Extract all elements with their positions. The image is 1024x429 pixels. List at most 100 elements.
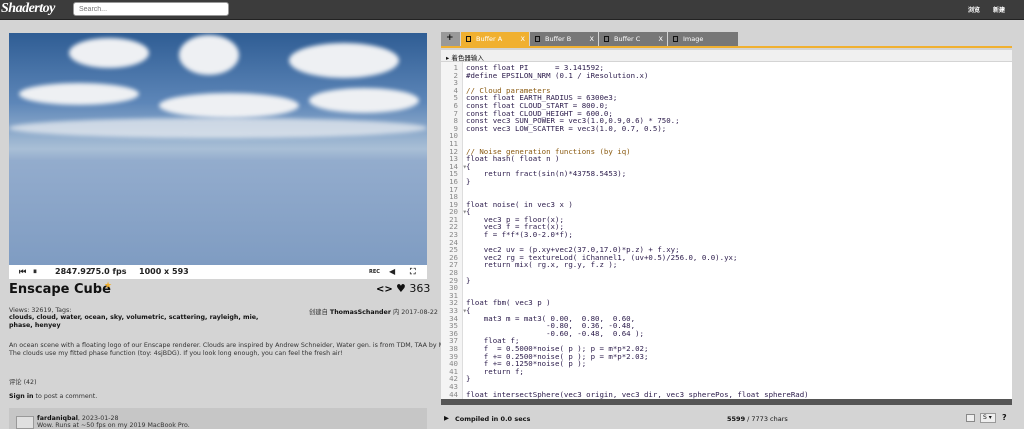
code-text: f = f*f*(3.0-2.0*f);: [466, 230, 573, 240]
fullscreen-icon[interactable]: ⛶: [410, 267, 416, 277]
description-line-2: The clouds use my fitted phase function …: [9, 350, 343, 357]
tab-image[interactable]: Image: [668, 32, 738, 46]
font-size-select[interactable]: S ▾: [980, 413, 996, 423]
code-line[interactable]: 9 const vec3 LOW_SCATTER = vec3(1.0, 0.7,…: [441, 124, 1012, 133]
monitor-icon: [673, 36, 678, 42]
comment-date: , 2023-01-28: [77, 415, 119, 422]
editor-status-bar: ▶ Compiled in 0.0 secs 5599 / 7773 chars…: [441, 412, 1012, 426]
shader-title: Enscape Cube: [9, 282, 111, 297]
sign-in-prompt: Sign in to post a comment.: [9, 393, 97, 400]
close-tab-button[interactable]: X: [521, 35, 525, 43]
code-line[interactable]: 42}: [441, 375, 1012, 383]
close-tab-button[interactable]: X: [590, 35, 594, 43]
char-count-used: 5599: [727, 415, 746, 423]
code-line[interactable]: 15 return fract(sin(n)*43758.5453);: [441, 170, 1012, 178]
tab-label: Buffer B: [545, 35, 572, 43]
code-line[interactable]: 27 return mix( rg.x, rg.y, f.z );: [441, 261, 1012, 269]
like-count: 363: [409, 282, 431, 295]
nav-browse[interactable]: 浏览: [968, 5, 980, 14]
code-line[interactable]: 30: [441, 284, 1012, 292]
code-text: float fbm( vec3 p ): [466, 298, 551, 308]
tab-buffer-a[interactable]: Buffer A X: [461, 32, 529, 46]
code-lines[interactable]: 1 const float PI = 3.141592; 2 #define EPSI…: [441, 64, 1012, 398]
code-line[interactable]: 41 return f;: [441, 366, 1012, 376]
description-line-1: An ocean scene with a floating logo of o…: [9, 342, 477, 349]
fold-icon[interactable]: ▾: [458, 307, 466, 315]
fold-icon[interactable]: ▾: [458, 208, 466, 216]
rewind-icon[interactable]: ⏮: [19, 267, 26, 277]
tab-label: Buffer A: [476, 35, 503, 43]
tab-buffer-b[interactable]: Buffer B X: [530, 32, 598, 46]
view-source-icon[interactable]: <>: [376, 284, 393, 295]
code-line[interactable]: 2 #define EPSILON_NRM (0.1 / iResolution.…: [441, 70, 1012, 80]
shader-canvas[interactable]: [9, 33, 427, 265]
code-line[interactable]: 32 float fbm( vec3 p ): [441, 299, 1012, 307]
tags[interactable]: clouds, cloud, water, ocean, sky, volume…: [9, 314, 259, 329]
author-link[interactable]: ThomasSchander: [330, 309, 391, 316]
code-line[interactable]: 29}: [441, 276, 1012, 285]
code-text: float noise( in vec3 x ): [466, 199, 573, 209]
nav-new[interactable]: 新建: [993, 5, 1005, 14]
buffer-icon: [604, 36, 609, 42]
tab-label: Image: [683, 35, 704, 43]
comments-count: 评论 (42): [9, 379, 37, 386]
code-line[interactable]: 36 -0.60, -0.48, 0.64 );: [441, 329, 1012, 338]
code-text: return mix( rg.x, rg.y, f.z );: [466, 260, 618, 270]
code-text: #define EPSILON_NRM (0.1 / iResolution.x…: [466, 70, 649, 80]
close-tab-button[interactable]: X: [659, 35, 663, 43]
fold-icon[interactable]: ▾: [458, 163, 466, 171]
code-text: }: [466, 374, 471, 384]
code-line[interactable]: 28: [441, 269, 1012, 277]
comment-header: fardaniqbal, 2023-01-28: [37, 415, 119, 422]
add-tab-button[interactable]: +: [441, 32, 460, 46]
code-editor[interactable]: 1 const float PI = 3.141592; 2 #define EPSI…: [441, 62, 1012, 399]
record-button[interactable]: REC: [369, 269, 380, 275]
volume-icon[interactable]: ◀: [389, 267, 395, 276]
horizontal-scrollbar[interactable]: [441, 399, 1012, 405]
search-input[interactable]: [73, 2, 229, 16]
views-count: Views: 32619, Tags:: [9, 307, 72, 314]
code-text: return f;: [466, 366, 524, 376]
resolution-readout: 1000 x 593: [139, 267, 189, 276]
favorite-star-icon[interactable]: ★: [104, 281, 112, 291]
top-bar: Shadertoy 浏览 新建: [0, 0, 1024, 20]
tab-label: Buffer C: [614, 35, 641, 43]
sign-in-suffix: to post a comment.: [33, 393, 98, 400]
code-line[interactable]: 40 f += 0.1250*noise( p );: [441, 360, 1012, 368]
code-line[interactable]: 13 float hash( float n ): [441, 155, 1012, 163]
author-info: 创建自 ThomasSchander 内 2017-08-22: [309, 307, 438, 316]
heart-icon: ♥: [396, 282, 406, 295]
comment-user[interactable]: fardaniqbal: [37, 415, 78, 422]
compile-button[interactable]: ▶: [444, 414, 449, 422]
created-date: 内 2017-08-22: [392, 309, 438, 316]
player-controls: ⏮ ⏸ 2847.92 75.0 fps 1000 x 593 REC ◀ ⛶: [9, 265, 427, 279]
time-readout: 2847.92: [55, 267, 92, 276]
char-count: 5599 / 7773 chars: [727, 415, 788, 423]
code-line[interactable]: 17: [441, 185, 1012, 194]
code-line[interactable]: 44 float intersectSphere(vec3 origin, vec…: [441, 389, 1012, 399]
pause-icon[interactable]: ⏸: [33, 267, 37, 277]
likes[interactable]: ♥ 363: [396, 282, 430, 295]
shader-inputs-toggle[interactable]: ▸ 着色器输入: [441, 50, 1012, 62]
buffer-icon: [535, 36, 540, 42]
shadertoy-logo[interactable]: Shadertoy: [1, 1, 55, 17]
code-line[interactable]: 16}: [441, 178, 1012, 186]
compile-status: Compiled in 0.0 secs: [455, 415, 531, 423]
code-line[interactable]: 19 float noise( in vec3 x ): [441, 199, 1012, 209]
line-number: 44: [449, 389, 458, 399]
avatar: [16, 416, 34, 429]
code-text: }: [466, 176, 471, 186]
code-text: return fract(sin(n)*43758.5453);: [466, 169, 627, 179]
created-prefix: 创建自: [309, 309, 328, 316]
buffer-icon: [466, 36, 471, 42]
sign-in-link[interactable]: Sign in: [9, 393, 34, 400]
code-line[interactable]: 10: [441, 132, 1012, 140]
tab-buffer-c[interactable]: Buffer C X: [599, 32, 667, 46]
code-text: float intersectSphere(vec3 origin, vec3 …: [466, 389, 809, 399]
fps-readout: 75.0 fps: [90, 267, 127, 276]
tab-underline: [441, 46, 1012, 48]
code-line[interactable]: 23 f = f*f*(3.0-2.0*f);: [441, 231, 1012, 239]
screenshot-icon[interactable]: [966, 414, 975, 422]
help-button[interactable]: ?: [1002, 413, 1007, 422]
code-text: float hash( float n ): [466, 154, 560, 164]
